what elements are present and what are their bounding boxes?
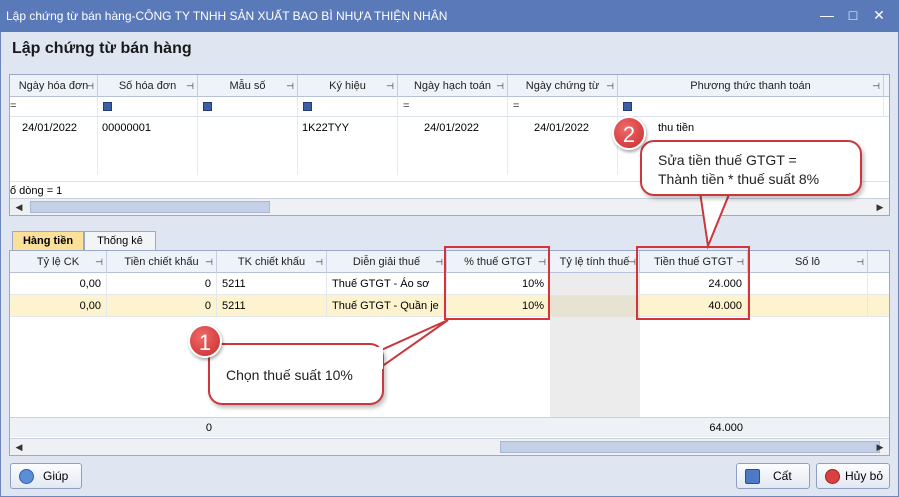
pin-icon[interactable]: ⊣	[872, 75, 880, 97]
restore-button[interactable]: □	[840, 4, 866, 26]
scroll-thumb[interactable]	[500, 441, 880, 453]
tab-thong-ke[interactable]: Thống kê	[84, 231, 156, 251]
filter-box-icon[interactable]	[203, 102, 212, 111]
scroll-thumb[interactable]	[30, 201, 270, 213]
col-dien-giai-thue[interactable]: Diễn giải thuế ⊣	[327, 251, 447, 273]
step-badge-1: 1	[188, 324, 222, 358]
pin-icon[interactable]: ⊣	[386, 75, 394, 97]
minimize-button[interactable]: —	[814, 4, 840, 26]
callout-two-pointer	[698, 191, 732, 250]
pin-icon[interactable]: ⊣	[186, 75, 194, 97]
col-tk-chiet-khau[interactable]: TK chiết khấu ⊣	[217, 251, 327, 273]
filter-box-icon[interactable]	[623, 102, 632, 111]
callout-two: Sửa tiền thuế GTGT = Thành tiền * thuế s…	[640, 140, 862, 196]
step-badge-2: 2	[612, 116, 646, 150]
filter-box-icon[interactable]	[303, 102, 312, 111]
form-title: Lập chứng từ bán hàng	[12, 40, 192, 57]
pin-icon[interactable]: ⊣	[286, 75, 294, 97]
close-button[interactable]: ✕	[866, 4, 892, 26]
scroll-left-icon[interactable]: ◀	[12, 440, 26, 454]
bottom-grid-scrollbar[interactable]: ◀ ▶	[10, 438, 889, 455]
col-ky-hieu[interactable]: Ký hiệu ⊣	[298, 75, 398, 97]
col-ngay-hoa-don[interactable]: Ngày hóa đơn ⊣	[10, 75, 98, 97]
col-so-hoa-don[interactable]: Số hóa đơn ⊣	[98, 75, 198, 97]
total-tien-thue: 64.000	[709, 422, 743, 434]
col-ngay-chung-tu[interactable]: Ngày chứng từ ⊣	[508, 75, 618, 97]
pin-icon[interactable]: ⊣	[628, 251, 636, 273]
tab-hang-tien[interactable]: Hàng tiền	[12, 231, 84, 251]
cancel-button[interactable]: Hủy bỏ	[816, 463, 890, 489]
callout-one-pointer-mask	[365, 347, 383, 369]
callout-two-pointer-mask	[700, 184, 730, 194]
pin-icon[interactable]: ⊣	[435, 251, 443, 273]
cancel-icon	[825, 469, 840, 484]
help-icon	[19, 469, 34, 484]
scroll-right-icon[interactable]: ▶	[873, 440, 887, 454]
window-titlebar: Lập chứng từ bán hàng-CÔNG TY TNHH SẢN X…	[0, 0, 899, 32]
scroll-right-icon[interactable]: ▶	[873, 200, 887, 214]
totals-row: 0 64.000	[10, 417, 889, 437]
filter-cell[interactable]	[98, 97, 198, 117]
col-phuong-thuc[interactable]: Phương thức thanh toán ⊣	[618, 75, 884, 97]
pin-icon[interactable]: ⊣	[86, 75, 94, 97]
col-mau-so[interactable]: Mẫu số ⊣	[198, 75, 298, 97]
col-ty-le-tinh-thue[interactable]: Tỷ lệ tính thuế ⊣	[550, 251, 640, 273]
highlight-tien-thue	[636, 246, 750, 320]
filter-cell[interactable]	[298, 97, 398, 117]
pin-icon[interactable]: ⊣	[606, 75, 614, 97]
pin-icon[interactable]: ⊣	[496, 75, 504, 97]
col-so-lo[interactable]: Số lô ⊣	[748, 251, 868, 273]
filter-cell[interactable]: =	[508, 97, 618, 117]
pin-icon[interactable]: ⊣	[205, 251, 213, 273]
invoice-grid-header: Ngày hóa đơn ⊣ Số hóa đơn ⊣ Mẫu số ⊣ Ký hiệ…	[10, 75, 889, 97]
filter-cell[interactable]	[618, 97, 884, 117]
total-tien-chiet-khau: 0	[205, 422, 212, 434]
pin-icon[interactable]: ⊣	[315, 251, 323, 273]
scroll-left-icon[interactable]: ◀	[12, 200, 26, 214]
save-button[interactable]: Cất	[736, 463, 810, 489]
col-ty-le-ck[interactable]: Tỷ lệ CK ⊣	[10, 251, 107, 273]
top-grid-scrollbar[interactable]: ◀ ▶	[10, 198, 889, 215]
filter-box-icon[interactable]	[103, 102, 112, 111]
help-button[interactable]: Giúp	[10, 463, 82, 489]
highlight-pct-thue	[444, 246, 550, 320]
window-title: Lập chứng từ bán hàng-CÔNG TY TNHH SẢN X…	[6, 9, 448, 23]
pin-icon[interactable]: ⊣	[856, 251, 864, 273]
table-row[interactable]: 24/01/2022 00000001 1K22TYY 24/01/2022 2…	[10, 117, 889, 175]
filter-row: = = =	[10, 97, 889, 117]
col-ngay-hach-toan[interactable]: Ngày hạch toán ⊣	[398, 75, 508, 97]
callout-one: Chọn thuế suất 10%	[208, 343, 384, 405]
filter-cell[interactable]: =	[10, 97, 98, 117]
pin-icon[interactable]: ⊣	[95, 251, 103, 273]
filter-cell[interactable]: =	[398, 97, 508, 117]
save-icon	[745, 469, 760, 484]
filter-cell[interactable]	[198, 97, 298, 117]
col-tien-chiet-khau[interactable]: Tiền chiết khấu ⊣	[107, 251, 217, 273]
